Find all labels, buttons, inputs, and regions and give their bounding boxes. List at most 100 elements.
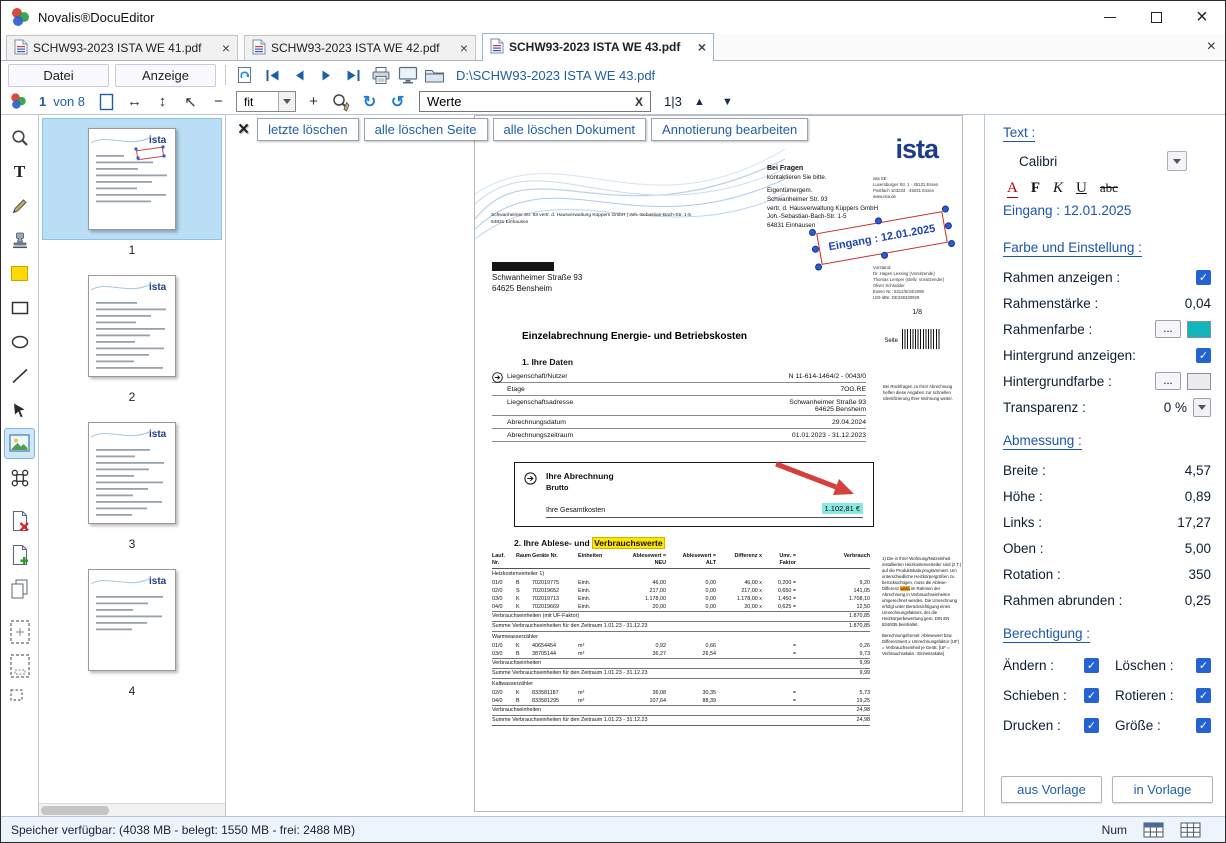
tab-close-icon[interactable]: × (460, 40, 468, 56)
page-thumbnail[interactable]: ista3 (39, 413, 225, 551)
font-style-italic-button[interactable]: K (1053, 180, 1063, 197)
clear-search-icon[interactable]: X (635, 95, 643, 109)
prev-page-button[interactable] (289, 64, 310, 86)
reload-document-icon[interactable] (235, 64, 256, 86)
thumbnail-selection[interactable]: ista (43, 413, 222, 533)
search-input[interactable]: Werte X (419, 91, 651, 112)
ellipse-tool-button[interactable] (4, 326, 35, 357)
page-thumbnail[interactable]: ista1 (39, 119, 225, 257)
zoom-out-button[interactable]: − (208, 91, 229, 113)
property-value[interactable]: 0 % (1164, 400, 1187, 415)
rectangle-tool-button[interactable] (4, 292, 35, 323)
font-dropdown-button[interactable] (1167, 151, 1187, 171)
selection-handle[interactable] (941, 205, 949, 213)
search-previous-button[interactable]: ▲ (689, 91, 710, 113)
thumbnail-page-image[interactable]: ista (88, 569, 176, 671)
checkbox[interactable]: ✓ (1084, 718, 1099, 733)
maximize-button[interactable] (1133, 1, 1179, 33)
arrow-annotation[interactable] (770, 460, 860, 502)
dimension-value[interactable]: 0,89 (1185, 489, 1211, 504)
search-next-button[interactable]: ▼ (717, 91, 738, 113)
zoom-in-button[interactable]: + (303, 91, 324, 113)
color-picker-button[interactable]: ... (1155, 372, 1181, 390)
dimension-value[interactable]: 5,00 (1185, 541, 1211, 556)
last-page-button[interactable] (343, 64, 364, 86)
checkbox[interactable]: ✓ (1084, 688, 1099, 703)
annotation-action-button[interactable]: Annotierung bearbeiten (651, 118, 808, 141)
color-picker-button[interactable]: ... (1155, 320, 1181, 338)
current-page-number[interactable]: 1 (39, 94, 46, 109)
highlight-tool-button[interactable] (4, 258, 35, 289)
selection-handle[interactable] (815, 263, 823, 271)
dimension-value[interactable]: 4,57 (1185, 463, 1211, 478)
selection-handle[interactable] (811, 245, 819, 253)
font-style-color-button[interactable]: A (1007, 180, 1018, 198)
close-button[interactable]: × (1179, 1, 1225, 33)
thumbnail-page-image[interactable]: ista (88, 128, 176, 230)
thumbnail-page-image[interactable]: ista (88, 275, 176, 377)
fit-width-icon[interactable]: ↔ (124, 91, 145, 113)
font-style-strike-button[interactable]: abc (1100, 180, 1118, 196)
aus-vorlage-button[interactable]: aus Vorlage (1001, 776, 1102, 803)
open-folder-icon[interactable] (424, 64, 445, 86)
single-page-icon[interactable] (96, 91, 117, 113)
page-delete-tool-button[interactable] (4, 505, 35, 536)
selection-handle[interactable] (808, 228, 816, 236)
dropdown-button[interactable] (1193, 398, 1211, 417)
tab-close-icon[interactable]: × (222, 40, 230, 56)
selection-handle[interactable] (947, 239, 955, 247)
font-style-bold-button[interactable]: F (1031, 180, 1040, 197)
page-add-tool-button[interactable] (4, 539, 35, 570)
page-thumbnail[interactable]: ista2 (39, 266, 225, 404)
selection-box-tool-button[interactable] (4, 650, 35, 681)
region-select-tool-button[interactable] (4, 616, 35, 647)
minimize-button[interactable] (1087, 1, 1133, 33)
checkbox[interactable]: ✓ (1196, 658, 1211, 673)
line-tool-button[interactable] (4, 360, 35, 391)
checkbox[interactable]: ✓ (1084, 658, 1099, 673)
fit-height-icon[interactable]: ↕ (152, 91, 173, 113)
arrow-tool-button[interactable] (4, 394, 35, 425)
search-value[interactable]: Werte (427, 94, 461, 109)
checkbox[interactable]: ✓ (1196, 348, 1211, 363)
property-value[interactable]: 0,04 (1185, 296, 1211, 311)
rotate-cw-button[interactable]: ↻ (359, 91, 380, 113)
thumbnail-selection[interactable]: ista (43, 119, 222, 239)
tab-close-icon[interactable]: × (698, 39, 706, 55)
chevron-down-icon[interactable] (278, 92, 295, 111)
annotation-action-button[interactable]: alle löschen Dokument (493, 118, 647, 141)
annotation-close-icon[interactable]: × (238, 119, 249, 141)
scrollbar-thumb[interactable] (41, 806, 109, 815)
stamp-tool-button[interactable] (4, 224, 35, 255)
checkbox[interactable]: ✓ (1196, 270, 1211, 285)
pen-tool-button[interactable] (4, 190, 35, 221)
page-thumbnail[interactable]: ista4 (39, 560, 225, 698)
thumbnail-page-image[interactable]: ista (88, 422, 176, 524)
fit-page-icon[interactable]: ↖ (180, 91, 201, 113)
document-tab[interactable]: SCHW93-2023 ISTA WE 43.pdf× (482, 33, 714, 61)
grid-view-icon[interactable] (1143, 822, 1164, 838)
monitor-icon[interactable] (397, 64, 418, 86)
thumbnail-selection[interactable]: ista (43, 266, 222, 386)
print-icon[interactable] (370, 64, 391, 86)
image-tool-button[interactable] (4, 428, 35, 459)
thumbnail-selection[interactable]: ista (43, 560, 222, 680)
selection-handle[interactable] (880, 251, 888, 259)
selection-handle[interactable] (944, 222, 952, 230)
dimension-value[interactable]: 0,25 (1185, 593, 1211, 608)
document-tab[interactable]: SCHW93-2023 ISTA WE 42.pdf× (244, 35, 476, 60)
in-vorlage-button[interactable]: in Vorlage (1112, 776, 1213, 803)
table-view-icon[interactable] (1180, 822, 1201, 838)
zoom-tool-button[interactable] (4, 122, 35, 153)
zoom-level-select[interactable]: fit (236, 91, 296, 112)
next-page-button[interactable] (316, 64, 337, 86)
font-family-select[interactable]: Calibri (1019, 149, 1187, 173)
page-copy-tool-button[interactable] (4, 573, 35, 604)
tabbar-close-icon[interactable]: × (1207, 38, 1216, 56)
thumbnail-scrollbar[interactable] (39, 803, 225, 816)
selection-small-tool-button[interactable] (4, 684, 35, 715)
command-tool-button[interactable] (4, 462, 35, 493)
checkbox[interactable]: ✓ (1196, 718, 1211, 733)
text-tool-button[interactable]: T (4, 156, 35, 187)
dimension-value[interactable]: 350 (1188, 567, 1211, 582)
